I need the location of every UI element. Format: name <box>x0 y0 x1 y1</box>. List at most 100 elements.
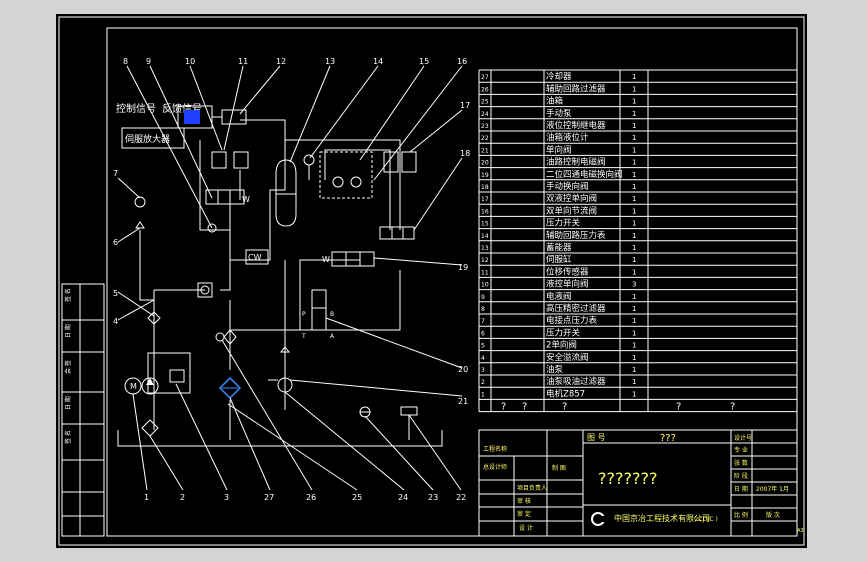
part-number: 8 <box>481 306 485 313</box>
callout: 9 <box>146 57 151 66</box>
unknown-cell: ? <box>676 402 681 413</box>
part-name: 油泵 <box>546 364 564 375</box>
unknown-cell: ? <box>730 402 735 413</box>
part-number: 5 <box>481 343 485 350</box>
callout: 1 <box>144 493 149 502</box>
part-name: 压力开关 <box>546 218 581 229</box>
part-number: 15 <box>481 221 489 228</box>
part-quantity: 1 <box>632 390 636 398</box>
part-number: 10 <box>481 282 489 289</box>
part-number: 16 <box>481 208 489 215</box>
callout: 24 <box>398 493 408 502</box>
part-quantity: 1 <box>632 183 636 191</box>
part-quantity: 1 <box>632 256 636 264</box>
callout: 19 <box>458 263 468 272</box>
part-quantity: 1 <box>632 159 636 167</box>
callout: 4 <box>113 317 118 326</box>
part-quantity: 1 <box>632 134 636 142</box>
part-name: 高压精密过滤器 <box>546 303 606 314</box>
callout: 16 <box>457 57 467 66</box>
part-number: 14 <box>481 233 489 240</box>
callout: 18 <box>460 149 470 158</box>
part-number: 25 <box>481 99 489 106</box>
title-label: 工程名称 <box>483 445 507 453</box>
callout: 2 <box>180 493 185 502</box>
part-number: 6 <box>481 330 485 337</box>
part-quantity: 3 <box>632 281 636 289</box>
callout: 14 <box>373 57 383 66</box>
part-quantity: 1 <box>632 85 636 93</box>
part-name: 安全溢流阀 <box>546 352 589 363</box>
part-number: 3 <box>481 367 485 374</box>
callout: 8 <box>123 57 128 66</box>
part-name: 双单向节流阀 <box>546 205 597 216</box>
part-quantity: 1 <box>632 293 636 301</box>
callout: 5 <box>113 289 118 298</box>
title-label: 总设计师 <box>483 463 507 471</box>
callout: 13 <box>325 57 335 66</box>
part-quantity: 1 <box>632 268 636 276</box>
part-number: 4 <box>481 355 485 362</box>
callout: 25 <box>352 493 362 502</box>
hydraulic-schematic-drawing: 签 名 日 期 会 签 日 期 签 名 27 冷却器 126 辅助回路过滤器 125 油箱… <box>56 14 807 548</box>
part-name: 冷却器 <box>546 71 572 82</box>
part-number: 23 <box>481 123 489 130</box>
part-name: 位移传感器 <box>546 266 589 277</box>
sheet-size: A3 <box>797 528 804 534</box>
title-label: 审 定 <box>517 510 531 518</box>
part-name: 2单向阀 <box>546 340 577 351</box>
callout: 7 <box>113 169 118 178</box>
callout: 6 <box>113 238 118 247</box>
t-label: T <box>301 333 306 340</box>
callout: 17 <box>460 101 470 110</box>
part-quantity: 1 <box>632 378 636 386</box>
title-label: 张 数 <box>734 459 748 467</box>
callout: 11 <box>238 57 248 66</box>
title-label: 制 图 <box>552 464 566 472</box>
cw-label: CW <box>248 253 262 262</box>
part-number: 27 <box>481 74 489 81</box>
part-quantity: 1 <box>632 244 636 252</box>
part-number: 12 <box>481 257 489 264</box>
callout: 21 <box>458 397 468 406</box>
part-number: 22 <box>481 135 489 142</box>
drawing-number-label: 图 号 <box>587 433 606 442</box>
b-label: B <box>330 311 334 318</box>
part-quantity: 1 <box>632 342 636 350</box>
unknown-cell: ? <box>501 402 506 413</box>
date-value: 2007年 1月 <box>756 485 789 493</box>
part-quantity: 1 <box>632 73 636 81</box>
part-quantity: 1 <box>632 232 636 240</box>
side-label: 日 期 <box>64 396 72 410</box>
callout: 20 <box>458 365 468 374</box>
part-name: 伺服缸 <box>546 254 572 265</box>
part-number: 2 <box>481 379 485 386</box>
part-name: 压力开关 <box>546 327 581 338</box>
part-name: 辅助回路过滤器 <box>546 83 606 94</box>
unknown-cell: ? <box>522 402 527 413</box>
part-name: 电机Z857 <box>546 388 585 399</box>
drawing-number: ??? <box>660 433 676 444</box>
part-number: 11 <box>481 269 489 276</box>
part-quantity: 1 <box>632 220 636 228</box>
part-quantity: 1 <box>632 110 636 118</box>
part-name: 油箱 <box>546 96 564 107</box>
part-name: 液控单向阀 <box>546 279 589 290</box>
part-quantity: 1 <box>632 354 636 362</box>
p-label: P <box>302 311 306 318</box>
part-number: 24 <box>481 111 489 118</box>
part-name: 电接点压力表 <box>546 315 598 326</box>
title-label: 比 例 <box>734 511 748 519</box>
part-name: 单向阀 <box>546 144 572 155</box>
cad-window: 签 名 日 期 会 签 日 期 签 名 27 冷却器 1 26 辅助回路过滤器 1 25 油箱… <box>0 0 867 562</box>
part-name: 手动泵 <box>546 108 572 119</box>
part-name: 双液控单向阀 <box>546 193 597 204</box>
part-number: 7 <box>481 318 485 325</box>
company-code: ( CJ YC ) <box>694 516 718 523</box>
w2-label: W <box>322 255 330 264</box>
drawing-name: ??????? <box>598 469 657 488</box>
title-label: 设计号 <box>734 434 752 442</box>
part-number: 19 <box>481 172 489 179</box>
callout: 3 <box>224 493 229 502</box>
part-number: 21 <box>481 147 489 154</box>
